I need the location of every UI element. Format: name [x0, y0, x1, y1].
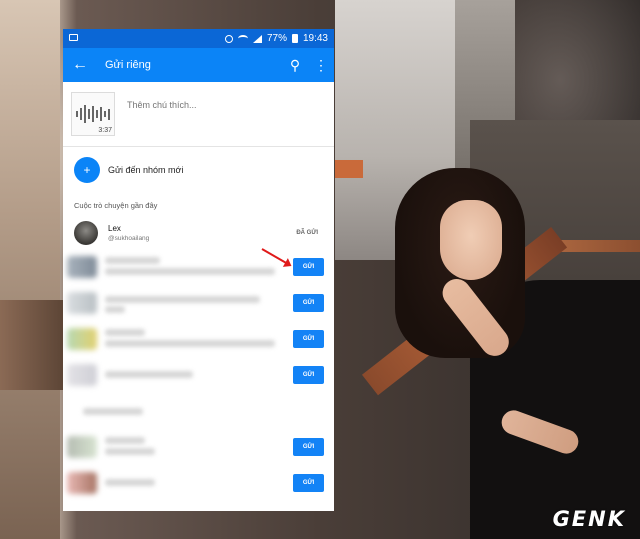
sent-status: ĐÃ GỬI: [296, 229, 318, 236]
list-item: [63, 393, 334, 429]
list-item: GỬI: [63, 285, 334, 321]
blurred-avatar: [67, 292, 97, 314]
share-preview: 3:37: [63, 82, 334, 147]
blurred-avatar: [67, 472, 97, 494]
blurred-avatar: [67, 364, 97, 386]
signal-icon: [252, 34, 262, 43]
phone-screenshot: 77% 19:43 ← Gửi riêng ⚲ ⋮ 3:37 + Gửi đến…: [63, 29, 334, 511]
blurred-text: [75, 400, 324, 422]
app-bar: ← Gửi riêng ⚲ ⋮: [63, 48, 334, 82]
blurred-avatar: [67, 328, 97, 350]
list-item: GỬI: [63, 321, 334, 357]
genk-watermark: GENK: [552, 507, 626, 531]
list-item: GỬI: [63, 429, 334, 465]
send-button[interactable]: GỬI: [293, 366, 324, 384]
blurred-text: [105, 328, 293, 350]
blurred-text: [105, 292, 293, 314]
awning: [335, 160, 363, 178]
send-button[interactable]: GỬI: [293, 474, 324, 492]
new-group-label: Gửi đến nhóm mới: [108, 165, 184, 175]
building-left-balcony: [0, 300, 64, 390]
avatar: [74, 220, 98, 245]
contact-name: Lex: [108, 223, 121, 233]
new-group-row[interactable]: + Gửi đến nhóm mới: [63, 147, 334, 193]
wifi-icon: [237, 35, 248, 42]
audio-duration: 3:37: [98, 127, 112, 134]
building-left: [0, 0, 60, 539]
contact-handle: @sukhoailang: [108, 234, 150, 242]
page-title: Gửi riêng: [105, 59, 151, 71]
blurred-text: [105, 364, 293, 386]
more-icon[interactable]: ⋮: [308, 57, 334, 74]
list-item: GỬI: [63, 357, 334, 393]
blurred-text: [105, 436, 293, 458]
comment-input[interactable]: [127, 100, 307, 110]
image-icon: [69, 34, 78, 41]
contact-row[interactable]: Lex @sukhoailang ĐÃ GỬI: [63, 216, 334, 249]
group-add-icon: +: [74, 157, 100, 183]
woman-face: [440, 200, 502, 280]
clock: 19:43: [302, 33, 328, 44]
status-bar: 77% 19:43: [63, 29, 334, 48]
battery-percent: 77%: [266, 33, 287, 44]
blurred-text: [105, 256, 293, 278]
search-icon[interactable]: ⚲: [282, 57, 308, 74]
alarm-icon: [224, 34, 233, 43]
blurred-text: [105, 472, 293, 494]
audio-thumbnail[interactable]: 3:37: [71, 92, 115, 136]
send-button[interactable]: GỬI: [293, 438, 324, 456]
blurred-avatar: [67, 256, 97, 278]
blurred-avatar: [67, 436, 97, 458]
waveform-icon: [76, 105, 110, 123]
battery-icon: [291, 34, 298, 43]
list-item: GỬI: [63, 249, 334, 285]
back-icon[interactable]: ←: [65, 56, 95, 74]
send-button[interactable]: GỬI: [293, 294, 324, 312]
list-item: GỬI: [63, 465, 334, 501]
send-button[interactable]: GỬI: [293, 330, 324, 348]
recent-section-title: Cuộc trò chuyện gần đây: [74, 201, 158, 210]
send-button[interactable]: GỬI: [293, 258, 324, 276]
